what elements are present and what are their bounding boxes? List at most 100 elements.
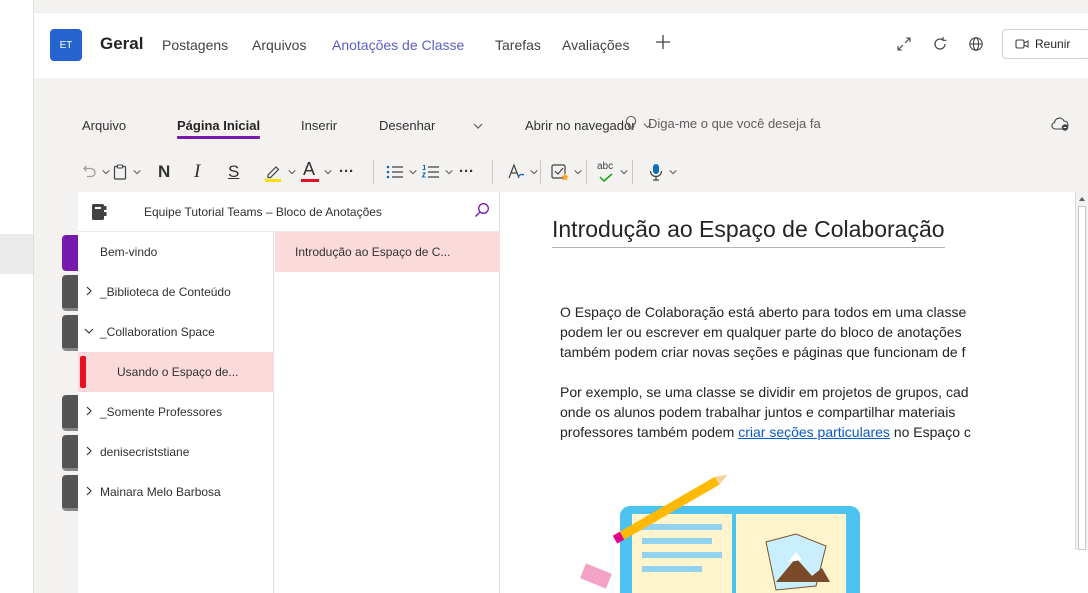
page-title[interactable]: Introdução ao Espaço de Colaboração (552, 216, 945, 248)
expand-icon[interactable] (896, 36, 912, 52)
chevron-down-icon (102, 169, 110, 175)
chevron-down-icon[interactable] (83, 325, 95, 337)
chevron-right-icon[interactable] (83, 485, 95, 497)
tab-anotacoes-de-classe[interactable]: Anotações de Classe (332, 37, 464, 53)
numbering-button[interactable] (421, 160, 454, 184)
undo-button[interactable] (80, 160, 111, 184)
chevron-down-icon (133, 169, 141, 175)
more-format-button[interactable]: ··· (339, 160, 354, 184)
ribbon-tab-pagina-inicial[interactable]: Página Inicial (177, 118, 261, 139)
sync-status-icon[interactable] (1050, 116, 1070, 132)
tag-button[interactable] (550, 160, 583, 184)
section-item-biblioteca[interactable]: _Biblioteca de Conteúdo (78, 272, 274, 312)
section-group-collaboration-space[interactable]: _Collaboration Space (78, 312, 274, 352)
lightbulb-icon (625, 115, 637, 130)
ribbon-tab-inserir[interactable]: Inserir (301, 118, 337, 133)
refresh-icon[interactable] (932, 36, 948, 52)
chevron-right-icon[interactable] (83, 285, 95, 297)
chevron-down-icon (530, 169, 538, 175)
formatting-toolbar: N I S A ··· ··· abc (34, 152, 1088, 192)
scroll-up-arrow-icon[interactable] (1078, 195, 1086, 203)
italic-label: I (194, 161, 201, 182)
spelling-button[interactable]: abc (596, 160, 629, 184)
chevron-down-icon (445, 169, 453, 175)
toolbar-divider (373, 160, 374, 184)
paragraph-2[interactable]: Por exemplo, se uma classe se dividir em… (560, 382, 1080, 442)
chevron-down-icon (574, 169, 582, 175)
section-group-mainara-melo-barbosa[interactable]: Mainara Melo Barbosa (78, 472, 274, 512)
styles-button[interactable] (506, 160, 539, 184)
plus-icon[interactable] (654, 33, 672, 51)
chevron-right-icon[interactable] (83, 445, 95, 457)
more-label: ··· (459, 163, 474, 180)
search-icon[interactable] (474, 202, 490, 218)
paragraph-text: no Espaço c (889, 424, 971, 440)
more-label: ··· (339, 163, 354, 180)
chevron-down-icon (409, 169, 417, 175)
team-avatar[interactable]: ET (50, 29, 82, 61)
paragraph-line: onde os alunos podem trabalhar juntos e … (560, 404, 956, 420)
channel-name: Geral (100, 34, 144, 53)
tab-arquivos[interactable]: Arquivos (252, 37, 306, 53)
section-list: Bem-vindo _Biblioteca de Conteúdo _Colla… (78, 232, 274, 593)
spelling-label: abc (597, 161, 614, 172)
paragraph-line: professores também podem criar seções pa… (560, 422, 1080, 442)
ribbon-tab-desenhar[interactable]: Desenhar (379, 118, 435, 133)
tag-icon (551, 164, 569, 181)
section-item-bem-vindo[interactable]: Bem-vindo (78, 232, 274, 272)
strikethrough-label: S (228, 162, 240, 181)
clipboard-icon (113, 164, 127, 180)
more-paragraph-button[interactable]: ··· (459, 160, 474, 184)
bold-button[interactable]: N (158, 160, 170, 184)
meet-button[interactable]: Reunir (1002, 29, 1088, 59)
font-color-icon: A (300, 159, 320, 184)
paragraph-line: O Espaço de Colaboração está aberto para… (560, 304, 967, 320)
bold-label: N (158, 162, 171, 181)
tab-avaliacoes[interactable]: Avaliações (562, 37, 629, 53)
page-item-introducao[interactable]: Introdução ao Espaço de C... (275, 232, 500, 272)
notebook-title: Equipe Tutorial Teams – Bloco de Anotaçõ… (144, 205, 382, 219)
open-in-browser-label: Abrir no navegador (525, 118, 636, 133)
globe-icon[interactable] (968, 36, 984, 52)
rail-highlight (0, 234, 34, 274)
undo-icon (83, 165, 96, 178)
channel-header: ET Geral Postagens Arquivos Anotações de… (34, 12, 1088, 78)
tell-me-placeholder: Diga-me o que você deseja fa (648, 115, 821, 131)
notebook-header[interactable]: Equipe Tutorial Teams – Bloco de Anotaçõ… (78, 192, 500, 232)
highlighter-icon (265, 166, 281, 182)
chevron-right-icon[interactable] (83, 405, 95, 417)
tab-postagens[interactable]: Postagens (162, 37, 228, 53)
section-color-tab (62, 315, 78, 351)
tab-tarefas[interactable]: Tarefas (495, 37, 541, 53)
outer-left-rail (0, 0, 34, 593)
selected-section-marker (80, 356, 86, 388)
dictate-button[interactable] (647, 160, 678, 184)
strikethrough-button[interactable]: S (228, 160, 239, 184)
ribbon-more-tabs-chevron-icon[interactable] (472, 120, 484, 132)
paragraph-1[interactable]: O Espaço de Colaboração está aberto para… (560, 302, 1080, 362)
paragraph-text: professores também podem (560, 424, 739, 440)
section-label: denisecriststiane (100, 445, 190, 459)
bullets-icon (386, 165, 403, 179)
bullets-button[interactable] (385, 160, 418, 184)
page-scrollbar[interactable] (1075, 192, 1088, 550)
page-canvas[interactable]: Introdução ao Espaço de Colaboração O Es… (500, 192, 1088, 593)
ribbon-tab-arquivo[interactable]: Arquivo (82, 118, 126, 133)
paragraph-line: Por exemplo, se uma classe se dividir em… (560, 384, 969, 400)
private-sections-link[interactable]: criar seções particulares (738, 424, 890, 440)
section-group-somente-professores[interactable]: _Somente Professores (78, 392, 274, 432)
meet-button-label: Reunir (1035, 37, 1071, 51)
chevron-down-icon (620, 169, 628, 175)
section-group-denisecristiane[interactable]: denisecriststiane (78, 432, 274, 472)
section-label: _Collaboration Space (100, 325, 215, 339)
scrollbar-thumb[interactable] (1078, 206, 1086, 550)
highlight-button[interactable] (262, 160, 297, 184)
italic-button[interactable]: I (194, 160, 200, 184)
chevron-down-icon (669, 169, 677, 175)
teams-app: ET Geral Postagens Arquivos Anotações de… (34, 0, 1088, 593)
paste-button[interactable] (111, 160, 142, 184)
font-color-button[interactable]: A (300, 159, 333, 184)
chevron-down-icon (288, 169, 296, 175)
tell-me-search[interactable]: Diga-me o que você deseja fa (624, 115, 821, 131)
section-item-usando-o-espaco[interactable]: Usando o Espaço de... (78, 352, 274, 392)
